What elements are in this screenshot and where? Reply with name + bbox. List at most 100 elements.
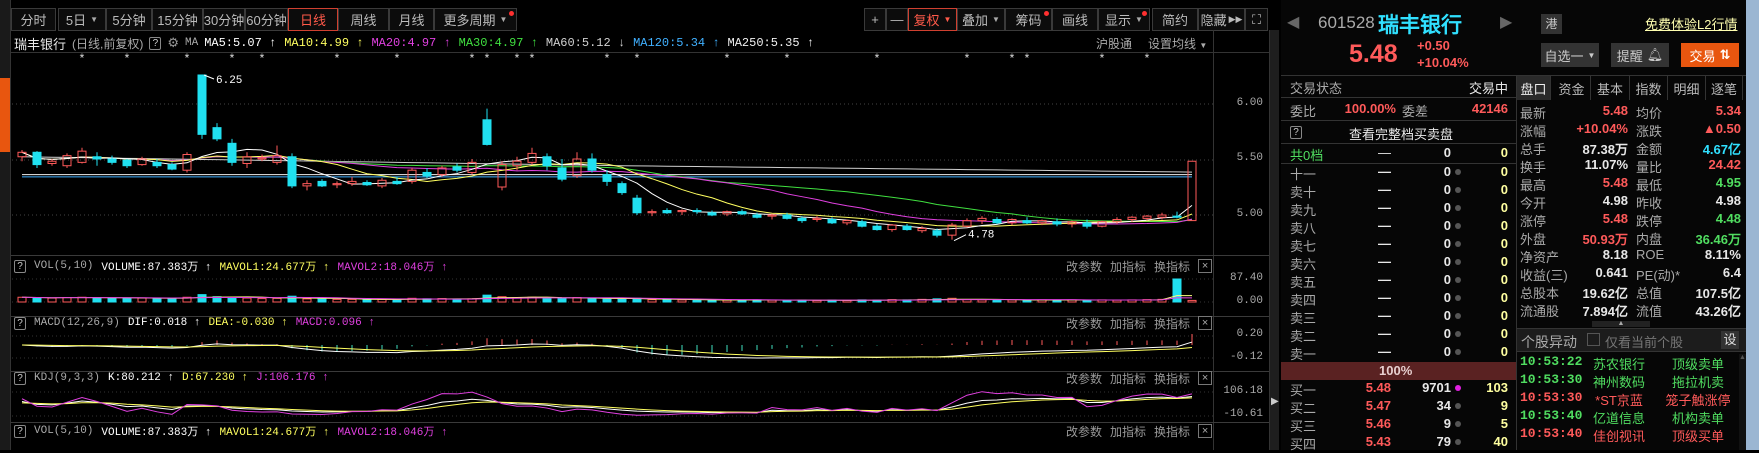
panel-action-button[interactable]: 改参数 xyxy=(1066,370,1102,387)
order-dot-icon xyxy=(1455,439,1461,445)
indicator-text: MAVOL2:18.046万 xyxy=(337,427,435,439)
panel-action-button[interactable]: 换指标 xyxy=(1154,370,1190,387)
indicator-name: VOL(5,10) xyxy=(34,425,94,437)
indicator-text: D:67.230 xyxy=(182,372,235,384)
orderbook-volume: 0 xyxy=(1443,290,1451,305)
alert-stock[interactable]: 亿道信息 xyxy=(1587,408,1651,427)
alert-event: 拖拉机卖 xyxy=(1671,375,1724,390)
stats-tab[interactable]: 指数 xyxy=(1630,76,1668,100)
info-marker-icon: * xyxy=(185,51,190,65)
alert-stock[interactable]: 神州数码 xyxy=(1587,372,1651,391)
close-panel-icon[interactable]: × xyxy=(1198,424,1213,438)
help-icon[interactable]: ? xyxy=(1290,126,1302,139)
price-axis-label: 6.00 xyxy=(1236,97,1263,109)
candle-body xyxy=(152,161,162,167)
panel-action-button[interactable]: 加指标 xyxy=(1110,258,1146,275)
depth-levels-label[interactable]: 共0档 xyxy=(1290,145,1323,164)
info-marker-icon: * xyxy=(875,51,880,65)
orderbook-volume: 0 xyxy=(1443,236,1451,251)
orderbook-price: — xyxy=(1378,182,1391,197)
candle-body xyxy=(992,218,1002,224)
close-panel-icon[interactable]: × xyxy=(1198,371,1213,385)
panel-action-button[interactable]: 换指标 xyxy=(1154,258,1190,275)
indicator-value: D:67.230 ↑ xyxy=(182,372,248,384)
volume-bar xyxy=(332,298,342,303)
stat-label: 内盘 xyxy=(1636,232,1663,247)
stat-label: 最新 xyxy=(1520,106,1547,121)
candle-body xyxy=(227,142,237,163)
stat-value: +10.04% xyxy=(1576,121,1628,136)
volume-bar xyxy=(392,299,402,303)
indicator-text: K:80.212 xyxy=(108,372,161,384)
orderbook-count: 0 xyxy=(1500,254,1508,269)
orderbook-level-label: 买三 xyxy=(1290,419,1317,434)
candle-body xyxy=(212,127,222,140)
trend-arrow-icon: ↑ xyxy=(204,262,212,274)
full-depth-link[interactable]: 查看完整档买卖盘 xyxy=(1349,124,1453,143)
panel-action-button[interactable]: 改参数 xyxy=(1066,315,1102,332)
panel-action-button[interactable]: 改参数 xyxy=(1066,258,1102,275)
order-dot-icon xyxy=(1455,169,1461,175)
stat-label: 外盘 xyxy=(1520,232,1547,247)
indicator-value: MAVOL1:24.677万 ↑ xyxy=(219,258,329,274)
stat-value: 43.26亿 xyxy=(1695,304,1741,319)
filter-label: 仅看当前个股 xyxy=(1605,335,1684,350)
vol-panel-header: ? VOL(5,10) VOLUME:87.383万 ↑ MAVOL1:24.677万… xyxy=(14,258,448,274)
info-marker-icon: * xyxy=(395,51,400,65)
stat-label: 流值 xyxy=(1636,304,1663,319)
stat-value: 107.5亿 xyxy=(1695,286,1741,301)
alerts-scrollbar[interactable]: ▲ xyxy=(1739,354,1746,450)
trend-arrow-icon: ↑ xyxy=(322,262,330,274)
orderbook-price: — xyxy=(1378,272,1391,287)
stats-tab[interactable]: 资金 xyxy=(1553,76,1591,100)
panel-action-button[interactable]: 加指标 xyxy=(1110,370,1146,387)
ma5-line xyxy=(21,148,1193,231)
volume-bar xyxy=(977,299,987,303)
panel-action-button[interactable]: 改参数 xyxy=(1066,423,1102,440)
volume-bar xyxy=(47,297,57,303)
panel-action-button[interactable]: 换指标 xyxy=(1154,315,1190,332)
orderbook-volume: 0 xyxy=(1443,326,1451,341)
candle-body xyxy=(1052,221,1062,225)
candle-body xyxy=(542,156,552,167)
current-stock-only-checkbox[interactable] xyxy=(1587,333,1600,346)
stats-tab[interactable]: 逐笔 xyxy=(1706,76,1743,100)
panel-action-button[interactable]: 换指标 xyxy=(1154,423,1190,440)
volume-bar xyxy=(152,297,162,303)
alert-stock[interactable]: *ST京蓝 xyxy=(1587,390,1651,409)
collapse-handle[interactable]: ▲ xyxy=(1592,320,1650,327)
volume-bar xyxy=(107,297,117,303)
collapse-arrow-icon[interactable]: ▶ xyxy=(1271,396,1279,407)
orderbook-count: 0 xyxy=(1500,326,1508,341)
candle-body xyxy=(1172,215,1182,218)
volume-bar xyxy=(617,298,627,303)
volume-bar xyxy=(242,297,252,303)
stats-tab[interactable]: 盘口 xyxy=(1517,76,1551,100)
stats-tab[interactable]: 基本 xyxy=(1591,76,1630,100)
candle-body xyxy=(662,210,672,214)
panel-action-button[interactable]: 加指标 xyxy=(1110,423,1146,440)
orderbook-volume: 0 xyxy=(1443,218,1451,233)
stat-label: 昨收 xyxy=(1636,196,1663,211)
panel-action-button[interactable]: 加指标 xyxy=(1110,315,1146,332)
ratio-label: 委比 xyxy=(1290,104,1317,119)
alert-stock[interactable]: 苏农银行 xyxy=(1587,354,1651,373)
stat-label: 今开 xyxy=(1520,196,1547,211)
alert-stock[interactable]: 佳创视讯 xyxy=(1587,426,1651,445)
panel-actions: 改参数 加指标 换指标 × xyxy=(1066,315,1213,332)
orderbook-level-label: 卖四 xyxy=(1290,293,1317,308)
stat-value: ▲0.50 xyxy=(1702,121,1741,136)
help-icon[interactable]: ? xyxy=(14,316,26,330)
help-icon[interactable]: ? xyxy=(14,259,26,273)
stat-label: 总手 xyxy=(1520,142,1547,157)
indicator-name: VOL(5,10) xyxy=(34,260,94,272)
alerts-settings-button[interactable]: 设 xyxy=(1721,331,1739,349)
help-icon[interactable]: ? xyxy=(14,371,26,385)
close-panel-icon[interactable]: × xyxy=(1198,259,1213,273)
candle-body xyxy=(902,225,912,231)
panel-splitter[interactable]: ▶ xyxy=(1269,30,1279,450)
orderbook-price: — xyxy=(1378,290,1391,305)
help-icon[interactable]: ? xyxy=(14,424,26,438)
close-panel-icon[interactable]: × xyxy=(1198,316,1213,330)
stats-tab[interactable]: 明细 xyxy=(1668,76,1706,100)
